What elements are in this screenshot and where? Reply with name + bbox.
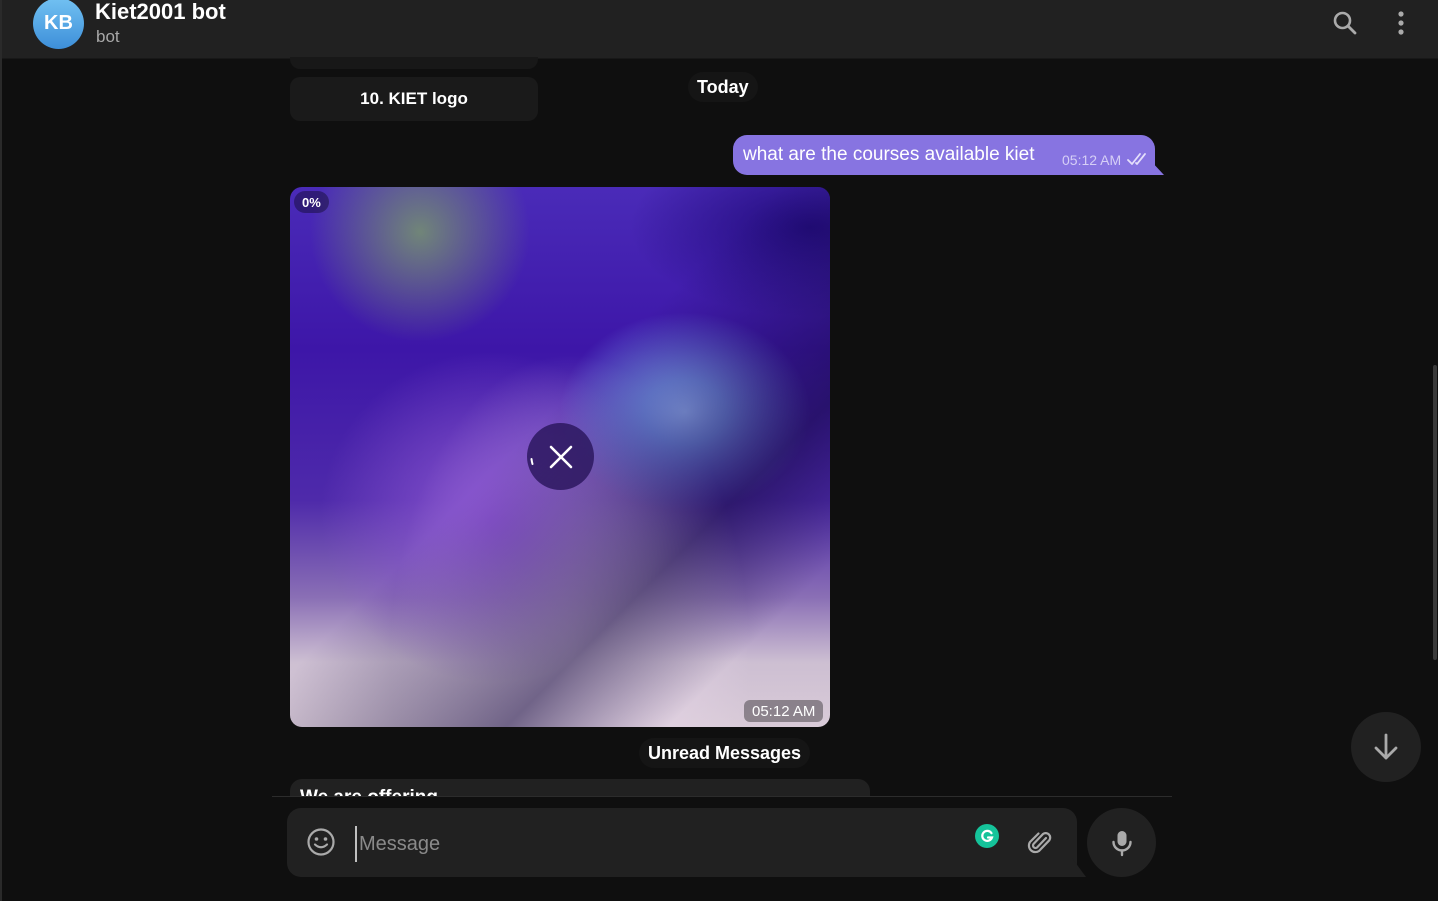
inline-button-label: 10. KIET logo	[360, 89, 468, 108]
message-text: what are the courses available kiet	[743, 144, 1035, 165]
chat-status: bot	[96, 27, 120, 46]
loading-spinner-icon	[530, 458, 534, 465]
inline-keyboard-button[interactable]: 10. KIET logo	[290, 77, 538, 121]
more-options-button[interactable]	[1386, 8, 1416, 38]
composer-tail	[1072, 858, 1086, 877]
microphone-icon	[1111, 830, 1132, 856]
paperclip-icon	[1027, 832, 1052, 854]
voice-record-button[interactable]	[1087, 808, 1156, 877]
media-time: 05:12 AM	[744, 700, 824, 722]
date-label: Today	[697, 76, 749, 97]
message-time: 05:12 AM	[1062, 152, 1122, 168]
smile-icon	[307, 828, 335, 856]
double-check-icon	[1127, 153, 1146, 165]
unread-separator: Unread Messages	[639, 738, 811, 768]
download-progress: 0%	[294, 191, 329, 213]
emoji-button[interactable]	[305, 826, 337, 858]
scroll-to-bottom-button[interactable]	[1351, 712, 1421, 782]
grammarly-icon[interactable]	[975, 824, 999, 848]
date-separator: Today	[688, 72, 758, 102]
unread-label: Unread Messages	[648, 742, 802, 763]
chat-header: KB Kiet2001 bot bot	[2, 0, 1438, 59]
bubble-tail	[1150, 160, 1164, 175]
avatar[interactable]: KB	[33, 0, 84, 49]
media-message[interactable]: 0% 05:12 AM	[290, 187, 830, 727]
message-input[interactable]	[355, 826, 961, 862]
composer-divider	[272, 796, 1172, 797]
grammarly-g-icon	[981, 829, 994, 842]
chat-title[interactable]: Kiet2001 bot	[95, 0, 226, 25]
search-button[interactable]	[1330, 8, 1360, 38]
scrollbar[interactable]	[1433, 365, 1437, 660]
arrow-down-icon	[1374, 733, 1398, 760]
more-vertical-icon	[1398, 11, 1404, 35]
search-icon	[1333, 11, 1357, 35]
progress-text: 0%	[302, 194, 321, 210]
avatar-initials: KB	[44, 12, 73, 34]
attach-button[interactable]	[1025, 828, 1055, 858]
message-composer	[287, 808, 1077, 877]
composer-area	[272, 796, 1172, 901]
window-edge	[0, 0, 2, 901]
media-time-text: 05:12 AM	[752, 702, 816, 720]
outgoing-message[interactable]: what are the courses available kiet 05:1…	[733, 135, 1155, 175]
previous-message-edge	[290, 57, 538, 69]
cancel-download-button[interactable]	[527, 423, 594, 490]
